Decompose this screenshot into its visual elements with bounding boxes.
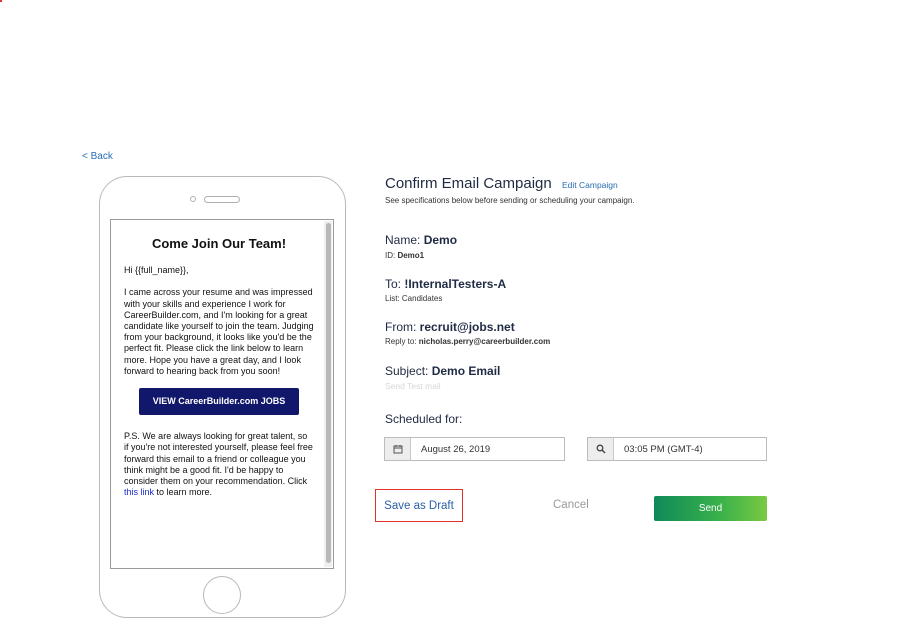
preview-scrollbar[interactable]: [324, 221, 332, 567]
scheduled-for-label: Scheduled for:: [385, 412, 463, 426]
schedule-date-input[interactable]: August 26, 2019: [384, 437, 565, 461]
page-subtitle: See specifications below before sending …: [385, 196, 635, 205]
phone-speaker: [204, 196, 240, 203]
email-body: I came across your resume and was impres…: [124, 287, 314, 376]
from-label: From:: [385, 320, 420, 334]
to-field: To: !InternalTesters-A: [385, 277, 506, 291]
from-value: recruit@jobs.net: [419, 320, 515, 334]
email-ps: P.S. We are always looking for great tal…: [124, 431, 314, 498]
to-value: !InternalTesters-A: [404, 277, 507, 291]
edit-campaign-link[interactable]: Edit Campaign: [562, 180, 618, 190]
reply-to-value: nicholas.perry@careerbuilder.com: [418, 337, 551, 346]
reply-to-label: Reply to:: [385, 337, 419, 346]
ps-this-link[interactable]: this link: [124, 487, 154, 497]
subject-value: Demo Email: [431, 364, 501, 378]
name-value: Demo: [423, 233, 458, 247]
to-label: To:: [385, 277, 405, 291]
send-test-mail-link[interactable]: Send Test mail: [385, 381, 441, 391]
search-icon[interactable]: [588, 438, 614, 460]
id-value: Demo1: [397, 251, 425, 260]
page-title: Confirm Email Campaign: [385, 175, 552, 192]
name-label: Name:: [385, 233, 424, 247]
list-field: List: Candidates: [385, 294, 442, 303]
name-field: Name: Demo: [385, 233, 457, 247]
email-ps-text: P.S. We are always looking for great tal…: [124, 431, 313, 487]
save-as-draft-button[interactable]: Save as Draft: [384, 500, 454, 512]
email-cta-wrap: VIEW CareerBuilder.com JOBS: [124, 388, 314, 416]
cancel-button[interactable]: Cancel: [553, 499, 589, 511]
schedule-date-value: August 26, 2019: [421, 443, 491, 455]
list-label: List:: [385, 294, 402, 303]
preview-scrollbar-thumb[interactable]: [326, 223, 331, 563]
reply-to-field: Reply to: nicholas.perry@careerbuilder.c…: [385, 337, 550, 346]
send-button[interactable]: Send: [654, 496, 767, 521]
email-greeting: Hi {{full_name}},: [124, 265, 189, 276]
email-preview-screen[interactable]: Come Join Our Team! Hi {{full_name}}, I …: [110, 219, 334, 569]
phone-camera: [190, 196, 196, 202]
subject-label: Subject:: [385, 364, 432, 378]
calendar-icon[interactable]: [385, 438, 411, 460]
email-ps-end: to learn more.: [154, 487, 213, 498]
phone-home-button: [203, 576, 241, 614]
email-content: Come Join Our Team! Hi {{full_name}}, I …: [124, 220, 314, 509]
view-jobs-button[interactable]: VIEW CareerBuilder.com JOBS: [138, 388, 300, 416]
save-draft-highlight: Save as Draft: [375, 489, 463, 522]
list-value: Candidates: [401, 294, 443, 303]
email-title: Come Join Our Team!: [151, 236, 287, 251]
corner-marker: [0, 0, 2, 2]
subject-field: Subject: Demo Email: [385, 364, 500, 378]
from-field: From: recruit@jobs.net: [385, 320, 515, 334]
back-link[interactable]: < Back: [82, 151, 113, 162]
schedule-time-value: 03:05 PM (GMT-4): [624, 443, 703, 455]
id-field: ID: Demo1: [385, 251, 424, 260]
id-label: ID:: [385, 251, 398, 260]
phone-preview: Come Join Our Team! Hi {{full_name}}, I …: [99, 176, 346, 618]
schedule-time-input[interactable]: 03:05 PM (GMT-4): [587, 437, 767, 461]
